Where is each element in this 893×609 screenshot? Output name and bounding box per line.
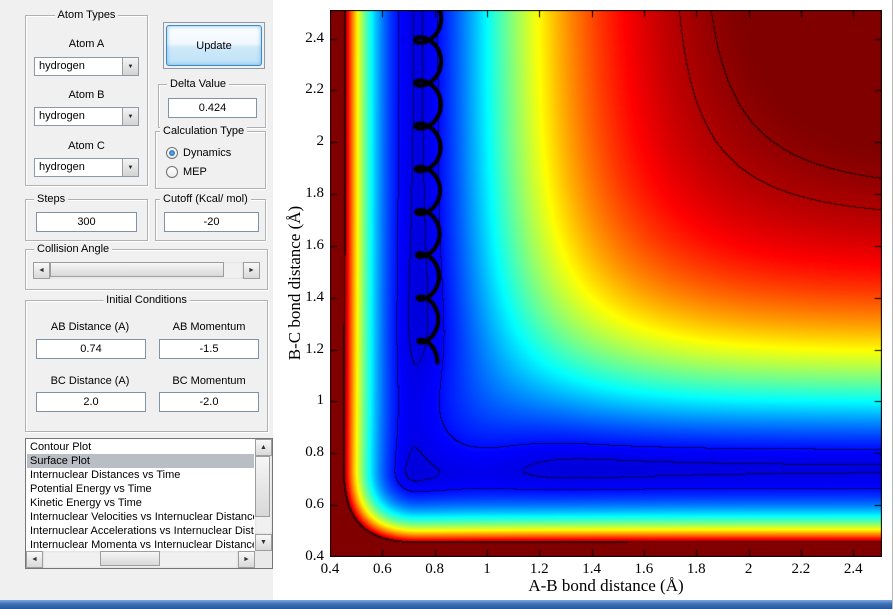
listbox-scroll-up-button[interactable]: ▲ [255,439,272,456]
atom-c-label: Atom C [68,140,105,152]
y-axis-label: B-C bond distance (Å) [285,205,304,361]
collision-angle-panel-title: Collision Angle [34,242,113,256]
bc-distance-input[interactable] [36,392,146,412]
collision-angle-scroll-right-button[interactable]: ► [243,262,260,279]
collision-angle-scrollbar-track[interactable] [50,262,243,279]
atom-types-panel: Atom Types Atom A hydrogen ▼ Atom B hydr… [25,8,148,186]
listbox-scroll-left-button[interactable]: ◄ [26,551,43,568]
list-item[interactable]: Internuclear Accelerations vs Internucle… [27,524,254,538]
collision-angle-panel: Collision Angle ◄ ► [25,242,268,290]
bc-momentum-input[interactable] [159,392,259,412]
listbox-scroll-right-button[interactable]: ► [238,551,255,568]
atom-a-dropdown[interactable]: hydrogen ▼ [34,57,139,76]
update-button[interactable]: Update [166,25,262,66]
y-tick-label: 2.4 [305,29,324,46]
scroll-down-icon: ▼ [260,539,267,546]
scrollbar-corner [255,551,272,568]
collision-angle-scrollbar-thumb[interactable] [50,262,224,277]
plot-region: 0.4 0.6 0.8 1 1.2 1.4 1.6 1.8 2 2.2 2.4 0.4 0.6 0.8 1… [273,0,892,600]
steps-panel: Steps [25,192,148,241]
atom-b-label: Atom B [68,89,105,101]
calculation-type-panel-title: Calculation Type [160,124,248,138]
y-tick-label: 2 [316,133,325,150]
initial-conditions-panel: Initial Conditions AB Distance (A) AB Mo… [25,293,268,432]
cutoff-input[interactable] [164,212,259,232]
ab-distance-input[interactable] [36,339,146,359]
ab-momentum-input[interactable] [159,339,259,359]
atom-c-value: hydrogen [39,161,85,173]
list-item[interactable]: Surface Plot [27,454,254,468]
radio-option-mep[interactable]: MEP [156,162,265,181]
bc-distance-label: BC Distance (A) [50,375,130,387]
atom-c-dropdown[interactable]: hydrogen ▼ [34,158,139,177]
x-axis-label: A-B bond distance (Å) [528,576,684,595]
listbox-hscroll-thumb[interactable] [99,551,160,566]
scroll-up-icon: ▲ [260,444,267,451]
atom-a-value: hydrogen [39,60,85,72]
radio-label: MEP [183,165,207,178]
collision-angle-scrollbar[interactable]: ◄ ► [33,262,260,279]
collision-angle-scroll-left-button[interactable]: ◄ [33,262,50,279]
atom-types-panel-title: Atom Types [54,8,119,22]
plot-type-listbox[interactable]: Contour Plot Surface Plot Internuclear Dis… [25,438,273,569]
taskbar-strip [0,600,892,609]
atom-b-dropdown-arrow-icon[interactable]: ▼ [122,108,138,125]
cutoff-panel-title: Cutoff (Kcal/ mol) [160,192,251,206]
y-tick-label: 0.8 [305,444,324,461]
list-item[interactable]: Internuclear Velocities vs Internuclear … [27,510,254,524]
y-tick-label: 0.6 [305,496,324,513]
list-item[interactable]: Internuclear Momenta vs Internuclear Dis… [27,538,254,550]
radio-unselected-icon[interactable] [166,165,178,178]
listbox-vertical-scrollbar[interactable]: ▲ ▼ [255,439,272,551]
listbox-hscroll-track[interactable] [43,551,238,568]
ab-distance-label: AB Distance (A) [50,321,130,333]
atom-a-label: Atom A [68,38,105,50]
y-tick-label: 2.2 [305,81,324,98]
atom-b-dropdown[interactable]: hydrogen ▼ [34,107,139,126]
y-tick-label: 0.4 [305,548,324,564]
atom-b-value: hydrogen [39,110,85,122]
calculation-type-options: Dynamics MEP [156,143,265,181]
steps-panel-title: Steps [34,192,69,206]
contour-plot-canvas [330,10,882,557]
atom-a-dropdown-arrow-icon[interactable]: ▼ [122,58,138,75]
delta-value-input[interactable] [168,98,257,118]
delta-value-panel-title: Delta Value [167,77,230,91]
radio-selected-icon[interactable] [166,146,178,159]
scroll-left-icon: ◄ [38,267,45,274]
y-tick-label: 1.8 [305,185,324,202]
application-window: Atom Types Atom A hydrogen ▼ Atom B hydr… [0,0,893,609]
listbox-horizontal-scrollbar[interactable]: ◄ ► [26,551,255,568]
bc-momentum-label: BC Momentum [172,375,246,387]
atom-c-dropdown-arrow-icon[interactable]: ▼ [122,159,138,176]
radio-option-dynamics[interactable]: Dynamics [156,143,265,162]
list-item[interactable]: Contour Plot [27,440,254,454]
y-tick-label: 1 [316,392,325,409]
scroll-right-icon: ► [248,267,255,274]
ab-momentum-label: AB Momentum [172,321,246,333]
update-button-frame: Update [163,22,265,69]
steps-input[interactable] [36,212,137,232]
list-item[interactable]: Internuclear Distances vs Time [27,468,254,482]
initial-conditions-panel-title: Initial Conditions [103,293,190,307]
scroll-left-icon: ◄ [31,556,38,563]
listbox-vscroll-thumb[interactable] [255,456,270,517]
delta-value-panel: Delta Value [158,77,266,128]
listbox-scroll-down-button[interactable]: ▼ [255,534,272,551]
calculation-type-panel: Calculation Type Dynamics MEP [155,124,266,189]
list-item[interactable]: Potential Energy vs Time [27,482,254,496]
list-item[interactable]: Kinetic Energy vs Time [27,496,254,510]
radio-label: Dynamics [183,146,232,159]
cutoff-panel: Cutoff (Kcal/ mol) [155,192,266,241]
listbox-vscroll-track[interactable] [255,456,272,534]
plot-type-listbox-items: Contour Plot Surface Plot Internuclear Dis… [27,440,254,550]
scroll-right-icon: ► [243,556,250,563]
